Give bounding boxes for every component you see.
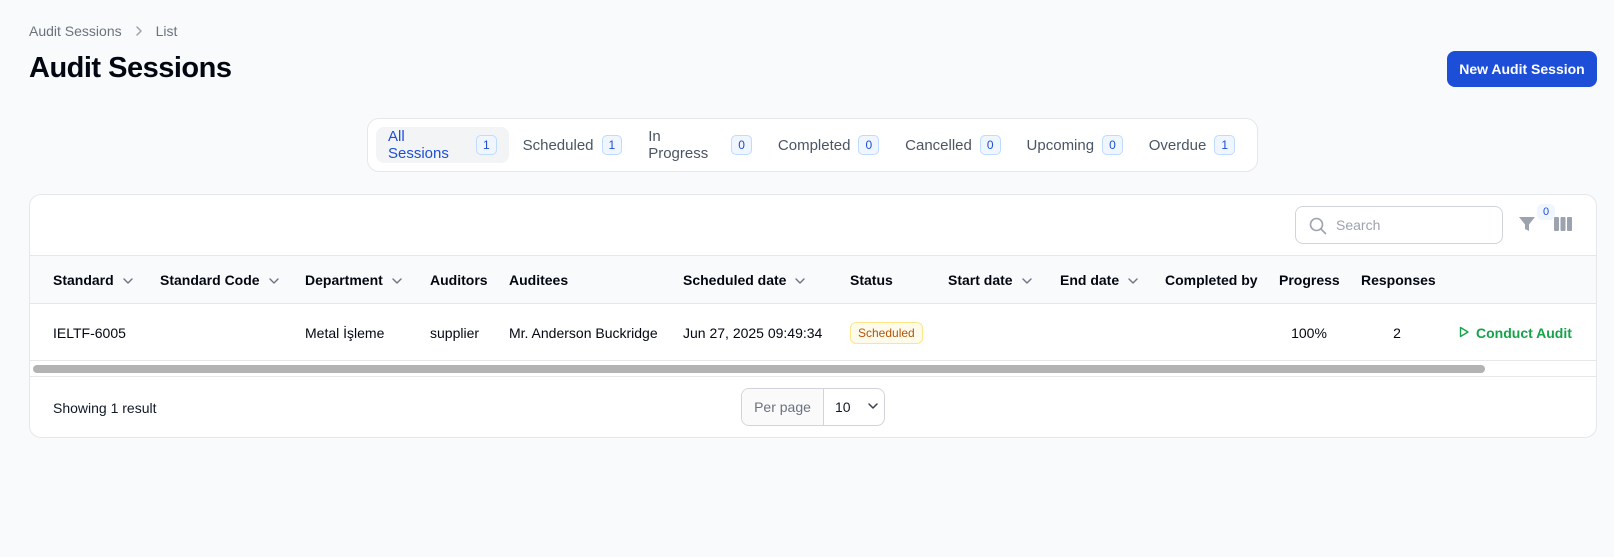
column-label: Responses <box>1361 272 1436 288</box>
breadcrumb-link-audit-sessions[interactable]: Audit Sessions <box>29 23 122 39</box>
column-header-start-date[interactable]: Start date <box>948 256 1033 304</box>
tab-count-badge: 0 <box>1102 135 1123 155</box>
column-label: Department <box>305 272 383 288</box>
breadcrumb: Audit Sessions List <box>29 23 177 39</box>
audit-sessions-table-card: 0 Standard Standard Code Department Audi… <box>29 194 1597 438</box>
tab-label: In Progress <box>648 128 709 162</box>
column-label: Status <box>850 272 893 288</box>
column-label: Start date <box>948 272 1013 288</box>
cell-auditees: Mr. Anderson Buckridge <box>509 324 658 341</box>
column-header-department[interactable]: Department <box>305 256 403 304</box>
column-header-auditees: Auditees <box>509 256 568 304</box>
chevron-down-icon <box>867 399 879 415</box>
column-label: Standard Code <box>160 272 260 288</box>
column-header-end-date[interactable]: End date <box>1060 256 1139 304</box>
column-label: Auditees <box>509 272 569 288</box>
table-row[interactable]: IELTF-6005 Metal İşleme supplier Mr. And… <box>30 304 1596 361</box>
tab-count-badge: 0 <box>979 135 1001 155</box>
play-icon <box>1458 325 1470 341</box>
status-badge: Scheduled <box>850 321 923 344</box>
cell-standard: IELTF-6005 <box>53 324 126 341</box>
tab-completed[interactable]: Completed 0 <box>766 127 891 163</box>
search-box <box>1295 206 1503 244</box>
cell-auditors: supplier <box>430 324 480 341</box>
chevron-down-icon <box>794 274 806 286</box>
chevron-down-icon <box>122 274 134 286</box>
tab-label: All Sessions <box>388 128 449 162</box>
tab-label: Completed <box>777 136 851 154</box>
cell-responses: 2 <box>1393 324 1401 341</box>
tab-count-badge: 1 <box>1214 135 1235 155</box>
cell-progress: 100% <box>1291 324 1327 341</box>
conduct-audit-button[interactable]: Conduct Audit <box>1458 304 1572 361</box>
tab-cancelled[interactable]: Cancelled 0 <box>893 127 1012 163</box>
column-label: Completed by <box>1165 272 1258 288</box>
column-label: End date <box>1060 272 1120 288</box>
tab-count-badge: 0 <box>731 135 752 155</box>
chevron-right-icon <box>132 24 146 38</box>
search-input[interactable] <box>1336 217 1496 233</box>
page-title: Audit Sessions <box>29 52 232 84</box>
chevron-down-icon <box>268 274 280 286</box>
table-footer: Showing 1 result Per page 10 <box>30 376 1596 437</box>
chevron-down-icon <box>1127 274 1139 286</box>
chevron-down-icon <box>1021 274 1033 286</box>
column-label: Standard <box>53 272 114 288</box>
table-header-row: Standard Standard Code Department Audito… <box>30 256 1596 304</box>
column-header-status: Status <box>850 256 893 304</box>
horizontal-scrollbar[interactable] <box>33 365 1485 373</box>
column-label: Progress <box>1279 272 1340 288</box>
column-header-responses: Responses <box>1361 256 1436 304</box>
columns-toggle-icon[interactable] <box>1553 214 1573 234</box>
filter-icon[interactable] <box>1516 213 1538 235</box>
tab-count-badge: 0 <box>858 135 880 155</box>
results-count: Showing 1 result <box>53 399 157 416</box>
tab-overdue[interactable]: Overdue 1 <box>1137 127 1247 163</box>
tab-label: Overdue <box>1148 136 1207 154</box>
tab-label: Cancelled <box>905 136 972 154</box>
tab-upcoming[interactable]: Upcoming 0 <box>1015 127 1135 163</box>
tab-label: Upcoming <box>1026 136 1095 154</box>
per-page-select[interactable]: Per page 10 <box>741 388 885 426</box>
column-header-standard-code[interactable]: Standard Code <box>160 256 280 304</box>
table-toolbar: 0 <box>30 195 1596 256</box>
status-tabs: All Sessions 1 Scheduled 1 In Progress 0… <box>367 118 1258 172</box>
column-label: Auditors <box>430 272 488 288</box>
per-page-value: 10 <box>835 399 851 415</box>
column-header-standard[interactable]: Standard <box>53 256 134 304</box>
per-page-label: Per page <box>742 389 824 425</box>
column-header-auditors: Auditors <box>430 256 488 304</box>
breadcrumb-current: List <box>155 23 178 39</box>
column-label: Scheduled date <box>683 272 787 288</box>
data-table: Standard Standard Code Department Audito… <box>30 256 1596 376</box>
search-icon <box>1308 216 1328 236</box>
per-page-dropdown[interactable]: 10 <box>824 389 884 425</box>
tab-count-badge: 1 <box>601 135 623 155</box>
cell-scheduled-date: Jun 27, 2025 09:49:34 <box>683 324 823 341</box>
tab-count-badge: 1 <box>476 135 497 155</box>
tab-label: Scheduled <box>522 136 594 154</box>
cell-department: Metal İşleme <box>305 324 385 341</box>
column-header-scheduled-date[interactable]: Scheduled date <box>683 256 806 304</box>
conduct-audit-label: Conduct Audit <box>1476 324 1572 341</box>
column-header-completed-by: Completed by <box>1165 256 1258 304</box>
tab-in-progress[interactable]: In Progress 0 <box>636 127 764 163</box>
cell-status: Scheduled <box>850 304 923 361</box>
new-audit-session-button[interactable]: New Audit Session <box>1447 51 1597 87</box>
tab-scheduled[interactable]: Scheduled 1 <box>511 127 635 163</box>
chevron-down-icon <box>391 274 403 286</box>
column-header-progress: Progress <box>1279 256 1340 304</box>
tab-all-sessions[interactable]: All Sessions 1 <box>376 127 509 163</box>
